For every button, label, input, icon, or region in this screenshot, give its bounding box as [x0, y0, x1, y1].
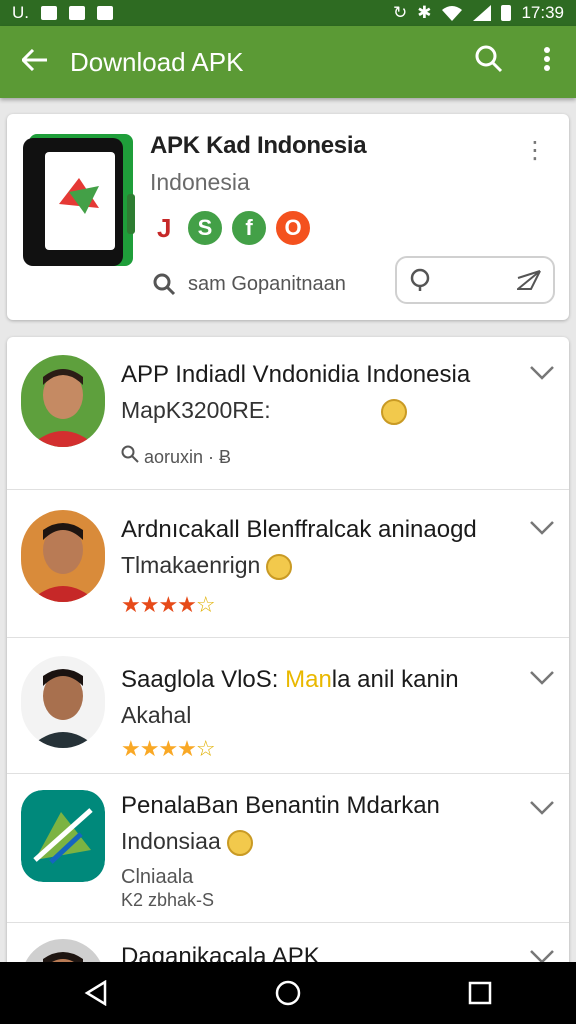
send-icon	[517, 270, 541, 290]
clock: 17:39	[521, 3, 564, 22]
list-item-meta: K2 zbhak-S	[121, 890, 215, 910]
emoji-icon	[226, 829, 253, 856]
featured-search-text: sam Gopanitnaan	[188, 272, 346, 295]
badge-row: J S f O	[157, 208, 313, 248]
status-bar: U. ↻ ✱ 17:39	[0, 0, 576, 26]
emoji-icon	[266, 553, 293, 580]
list-item-meta-text: aoruxin · Ƀ	[144, 447, 232, 467]
alarm-icon	[97, 6, 113, 20]
list-item-subtitle: Indonsiaa	[121, 828, 253, 856]
navigation-bar	[0, 962, 576, 1024]
rating-stars: ★★★★☆	[121, 592, 216, 617]
app-list: APP Indiadl Vndonidia Indonesia MapK3200…	[7, 337, 569, 977]
list-item-subtitle: MapK3200RE:	[121, 397, 407, 425]
avatar	[21, 656, 105, 748]
back-arrow-icon[interactable]	[0, 45, 70, 79]
list-item-title: PenalaBan Benantin Mdarkan	[121, 792, 440, 819]
list-item-subtitle-text: MapK3200RE:	[121, 397, 271, 423]
search-icon	[153, 273, 176, 296]
action-box[interactable]	[395, 256, 555, 304]
list-item-meta: Clniaala	[121, 866, 194, 888]
list-item-title: Saaglola VloS: Manla anil kanin	[121, 666, 459, 694]
emoji-icon	[380, 398, 407, 425]
avatar	[21, 510, 105, 602]
bluetooth-icon: ✱	[417, 3, 432, 22]
list-item-subtitle: Tlmakaenrign	[121, 552, 293, 580]
app-bar: Download APK	[0, 26, 576, 98]
list-item-title: APP Indiadl Vndonidia Indonesia	[121, 361, 471, 388]
list-item[interactable]: APP Indiadl Vndonidia Indonesia MapK3200…	[7, 337, 569, 490]
featured-app-card[interactable]: APK Kad Indonesia Indonesia ⋮ J S f O sa…	[7, 114, 569, 320]
chevron-down-icon[interactable]	[529, 516, 555, 542]
more-vert-icon[interactable]	[518, 46, 576, 79]
signal-icon	[473, 5, 492, 21]
app-icon	[21, 790, 105, 882]
list-item-subtitle-text: Tlmakaenrign	[121, 552, 261, 578]
search-icon	[121, 445, 139, 463]
home-circle-icon[interactable]	[258, 973, 318, 1013]
mail-icon	[69, 6, 85, 20]
wifi-icon	[442, 6, 463, 21]
list-item[interactable]: Ardnıcakall Blenffralcak aninaogd Tlmaka…	[7, 490, 569, 638]
avatar	[21, 355, 105, 447]
list-item-subtitle: Akahal	[121, 702, 192, 728]
list-item[interactable]: PenalaBan Benantin Mdarkan Indonsiaa Cln…	[7, 774, 569, 923]
j-badge: J	[157, 212, 172, 243]
battery-icon	[501, 5, 512, 21]
orange-circle-badge-icon: O	[273, 208, 313, 248]
chevron-down-icon[interactable]	[529, 796, 555, 822]
list-item-title: Ardnıcakall Blenffralcak aninaogd	[121, 516, 477, 543]
rating-stars: ★★★★☆	[121, 736, 216, 761]
back-triangle-icon[interactable]	[66, 973, 126, 1013]
featured-app-name: APK Kad Indonesia	[150, 132, 367, 159]
chevron-down-icon[interactable]	[529, 666, 555, 692]
featured-search: sam Gopanitnaan	[152, 272, 346, 296]
sync-icon: ↻	[392, 3, 408, 22]
pin-icon	[410, 268, 430, 291]
app-icon	[23, 134, 135, 266]
search-icon[interactable]	[460, 45, 518, 80]
status-left-text: U.	[12, 3, 29, 22]
list-item[interactable]: Saaglola VloS: Manla anil kanin Akahal ★…	[7, 638, 569, 774]
list-item-title-part: la anil kanin	[331, 666, 459, 693]
green-s-badge-icon: S	[185, 208, 225, 248]
more-vert-icon[interactable]: ⋮	[523, 136, 547, 165]
list-item-title-highlight: Man	[285, 666, 332, 693]
list-item-title-part: Saaglola VloS:	[121, 666, 286, 693]
chevron-down-icon[interactable]	[529, 361, 555, 387]
recents-square-icon[interactable]	[450, 973, 510, 1013]
page-title: Download APK	[70, 46, 244, 77]
list-item-subtitle-text: Indonsiaa	[121, 828, 221, 854]
list-item-meta: aoruxin · Ƀ	[121, 445, 231, 468]
notification-icon	[41, 6, 57, 20]
featured-app-subtitle: Indonesia	[150, 169, 250, 195]
green-f-badge-icon: f	[229, 208, 269, 248]
